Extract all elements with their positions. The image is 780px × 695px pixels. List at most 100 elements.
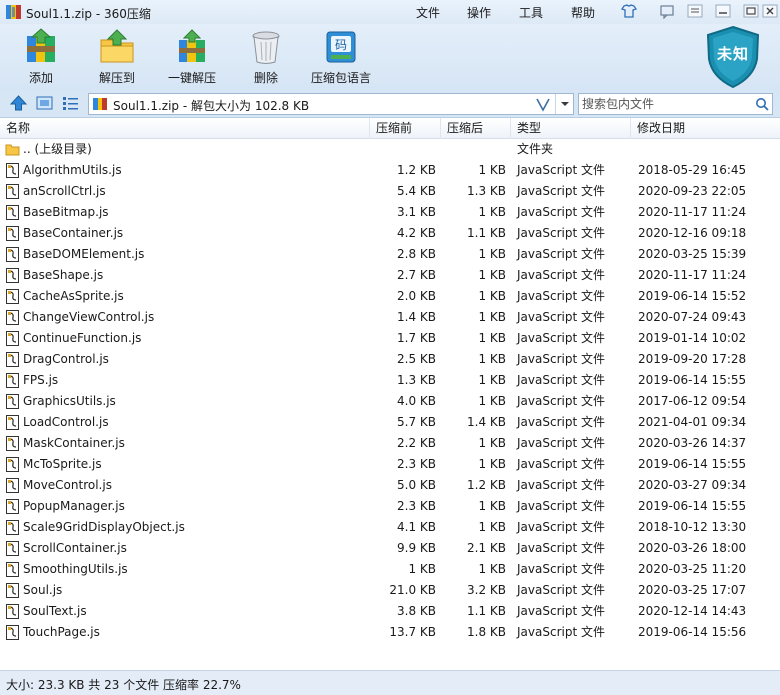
icon-view-icon[interactable] [36,95,53,111]
file-name: CacheAsSprite.js [23,289,124,303]
file-name: ChangeViewControl.js [23,310,155,324]
file-modified-date: 2020-12-16 09:18 [638,226,747,240]
file-type: JavaScript 文件 [517,226,605,240]
file-size: 2.5 KB [397,352,436,366]
file-modified-date: 2018-10-12 13:30 [638,520,747,534]
file-row[interactable]: ChangeViewControl.js 1.4 KB 1 KB JavaScript… [0,307,780,328]
file-packed-size: 1 KB [478,289,506,303]
file-packed-size: 1.4 KB [467,415,506,429]
column-type[interactable]: 类型 [511,118,631,139]
file-row[interactable]: BaseDOMElement.js 2.8 KB 1 KB JavaScript 文件… [0,244,780,265]
file-row[interactable]: MoveControl.js 5.0 KB 1.2 KB JavaScript 文件 2… [0,475,780,496]
js-file-icon [6,373,19,388]
file-row[interactable]: CacheAsSprite.js 2.0 KB 1 KB JavaScript 文件 2… [0,286,780,307]
file-row[interactable]: SmoothingUtils.js 1 KB 1 KB JavaScript 文件 20… [0,559,780,580]
js-file-icon [6,205,19,220]
column-name[interactable]: 名称 [0,118,370,139]
file-row[interactable]: Scale9GridDisplayObject.js 4.1 KB 1 KB Java… [0,517,780,538]
file-row[interactable]: McToSprite.js 2.3 KB 1 KB JavaScript 文件 2019… [0,454,780,475]
file-type: JavaScript 文件 [517,457,605,471]
add-button[interactable]: 添加 [17,28,65,88]
list-view-icon[interactable] [62,95,79,111]
file-row[interactable]: TouchPage.js 13.7 KB 1.8 KB JavaScript 文件 20… [0,622,780,643]
file-modified-date: 2020-03-27 09:34 [638,478,747,492]
file-size: 2.3 KB [397,499,436,513]
up-arrow-icon[interactable] [10,95,27,111]
file-row[interactable]: anScrollCtrl.js 5.4 KB 1.3 KB JavaScript 文件… [0,181,780,202]
file-packed-size: 1 KB [478,352,506,366]
address-box[interactable]: Soul1.1.zip - 解包大小为 102.8 KB [88,93,574,115]
file-name: BaseShape.js [23,268,104,282]
file-type: JavaScript 文件 [517,205,605,219]
js-file-icon [6,520,19,535]
file-row[interactable]: AlgorithmUtils.js 1.2 KB 1 KB JavaScript 文件… [0,160,780,181]
security-status-badge[interactable]: 未知 [704,25,762,89]
file-row[interactable]: Soul.js 21.0 KB 3.2 KB JavaScript 文件 2020-03… [0,580,780,601]
file-row[interactable]: GraphicsUtils.js 4.0 KB 1 KB JavaScript 文件 2… [0,391,780,412]
js-file-icon [6,478,19,493]
file-size: 2.2 KB [397,436,436,450]
file-name: FPS.js [23,373,59,387]
menu-file[interactable]: 文件 [416,4,440,21]
archive-language-button[interactable]: 码 压缩包语言 [308,28,374,88]
delete-button[interactable]: 删除 [244,28,288,88]
menu-help[interactable]: 帮助 [571,4,595,21]
menu-tools[interactable]: 工具 [519,4,543,21]
menu-icon[interactable] [686,3,704,19]
file-name: TouchPage.js [23,625,100,639]
file-row[interactable]: MaskContainer.js 2.2 KB 1 KB JavaScript 文件 2… [0,433,780,454]
file-row[interactable]: FPS.js 1.3 KB 1 KB JavaScript 文件 2019-06-14 … [0,370,780,391]
menu-operate[interactable]: 操作 [467,4,491,21]
file-packed-size: 1 KB [478,247,506,261]
file-type: JavaScript 文件 [517,562,605,576]
file-packed-size: 2.1 KB [467,541,506,555]
skin-icon[interactable] [620,3,638,19]
address-bar-row: Soul1.1.zip - 解包大小为 102.8 KB [0,90,780,118]
file-type: JavaScript 文件 [517,541,605,555]
file-row[interactable]: LoadControl.js 5.7 KB 1.4 KB JavaScript 文件 2… [0,412,780,433]
file-row[interactable]: BaseShape.js 2.7 KB 1 KB JavaScript 文件 2020-… [0,265,780,286]
file-type: JavaScript 文件 [517,625,605,639]
file-size: 1.2 KB [397,163,436,177]
minimize-icon[interactable] [714,3,732,19]
one-click-extract-button[interactable]: 一键解压 [164,28,220,88]
address-dropdown-button[interactable] [555,94,573,114]
file-type: JavaScript 文件 [517,289,605,303]
file-row[interactable]: ScrollContainer.js 9.9 KB 2.1 KB JavaScript… [0,538,780,559]
parent-directory-row[interactable]: .. (上级目录) 文件夹 [0,139,780,160]
file-name: ScrollContainer.js [23,541,127,555]
file-packed-size: 1 KB [478,499,506,513]
file-size: 9.9 KB [397,541,436,555]
svg-text:码: 码 [335,38,347,52]
extract-to-button[interactable]: 解压到 [92,28,142,88]
file-size: 3.1 KB [397,205,436,219]
file-modified-date: 2020-12-14 14:43 [638,604,747,618]
js-file-icon [6,352,19,367]
file-name: DragControl.js [23,352,109,366]
list-header: 名称 压缩前 压缩后 类型 修改日期 [0,118,780,139]
search-icon[interactable] [755,97,769,111]
file-type: JavaScript 文件 [517,583,605,597]
file-row[interactable]: BaseBitmap.js 3.1 KB 1 KB JavaScript 文件 2020… [0,202,780,223]
feedback-icon[interactable] [658,3,676,19]
verify-icon[interactable] [535,96,551,112]
title-bar: Soul1.1.zip - 360压缩 文件 操作 工具 帮助 [0,0,780,24]
file-row[interactable]: ContinueFunction.js 1.7 KB 1 KB JavaScript … [0,328,780,349]
js-file-icon [6,625,19,640]
file-type: JavaScript 文件 [517,163,605,177]
column-size[interactable]: 压缩前 [370,118,441,139]
search-input[interactable] [582,96,750,112]
file-row[interactable]: DragControl.js 2.5 KB 1 KB JavaScript 文件 201… [0,349,780,370]
file-name: BaseContainer.js [23,226,124,240]
file-row[interactable]: BaseContainer.js 4.2 KB 1.1 KB JavaScript 文… [0,223,780,244]
file-type: JavaScript 文件 [517,373,605,387]
column-packed[interactable]: 压缩后 [441,118,511,139]
file-packed-size: 1 KB [478,436,506,450]
column-date[interactable]: 修改日期 [631,118,780,139]
close-icon[interactable] [762,3,778,19]
maximize-icon[interactable] [742,3,760,19]
file-row[interactable]: PopupManager.js 2.3 KB 1 KB JavaScript 文件 20… [0,496,780,517]
add-archive-icon [27,28,55,62]
file-packed-size: 1.3 KB [467,184,506,198]
file-row[interactable]: SoulText.js 3.8 KB 1.1 KB JavaScript 文件 2020… [0,601,780,622]
